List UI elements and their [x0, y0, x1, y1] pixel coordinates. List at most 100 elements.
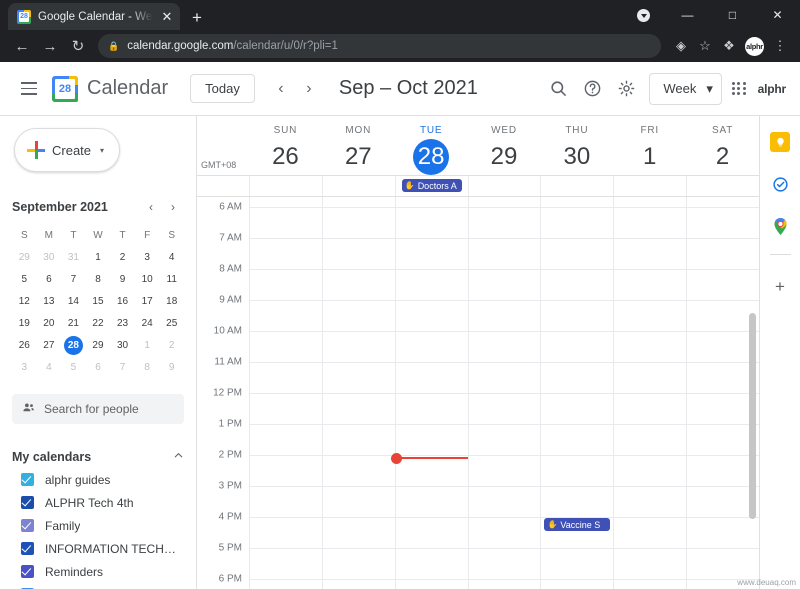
today-button[interactable]: Today [190, 74, 255, 103]
help-icon[interactable] [575, 72, 609, 106]
mini-calendar-next-button[interactable]: › [162, 196, 184, 218]
mini-calendar-day[interactable]: 3 [135, 246, 160, 268]
google-keep-icon[interactable] [770, 132, 790, 152]
extensions-puzzle-icon[interactable]: ❖ [717, 34, 741, 58]
cast-indicator-icon[interactable] [637, 9, 650, 22]
mini-calendar-selected-day[interactable]: 28 [63, 335, 83, 355]
previous-period-button[interactable]: ‹ [267, 75, 295, 103]
day-column-wed[interactable] [467, 197, 541, 589]
mini-calendar-day[interactable]: 28 [61, 334, 86, 356]
calendar-checkbox[interactable] [21, 565, 34, 578]
calendar-list-item[interactable]: alphr guides [0, 468, 196, 491]
mini-calendar-day[interactable]: 9 [110, 268, 135, 290]
mini-calendar-day[interactable]: 16 [110, 290, 135, 312]
mini-calendar-day[interactable]: 15 [86, 290, 111, 312]
day-number-label[interactable]: 2 [686, 139, 759, 175]
calendar-checkbox[interactable] [21, 542, 34, 555]
main-menu-icon[interactable] [10, 70, 48, 108]
day-header-sat[interactable]: SAT 2 [686, 116, 759, 175]
mini-calendar-day[interactable]: 30 [110, 334, 135, 356]
mini-calendar-day[interactable]: 23 [110, 312, 135, 334]
next-period-button[interactable]: › [295, 75, 323, 103]
all-day-event[interactable]: ✋ Doctors A [401, 179, 462, 192]
mini-calendar-day[interactable]: 24 [135, 312, 160, 334]
mini-calendar-day[interactable]: 20 [37, 312, 62, 334]
calendar-list-item[interactable]: INFORMATION TECH IV- C... [0, 537, 196, 560]
mini-calendar-day[interactable]: 7 [110, 356, 135, 378]
all-day-cell-0[interactable] [249, 176, 322, 196]
mini-calendar-day[interactable]: 7 [61, 268, 86, 290]
back-button[interactable]: ← [8, 32, 36, 60]
day-number-label[interactable]: 29 [468, 139, 541, 175]
new-tab-button[interactable]: + [192, 9, 202, 26]
all-day-cell-1[interactable] [321, 176, 395, 196]
mini-calendar-day[interactable]: 9 [159, 356, 184, 378]
mini-calendar-day[interactable]: 8 [86, 268, 111, 290]
mini-calendar-day[interactable]: 27 [37, 334, 62, 356]
vertical-scrollbar[interactable] [749, 313, 756, 519]
create-button[interactable]: Create ▾ [14, 128, 120, 172]
day-header-fri[interactable]: FRI 1 [613, 116, 686, 175]
day-header-mon[interactable]: MON 27 [322, 116, 395, 175]
browser-tab[interactable]: Google Calendar - Week of Septe ✕ [8, 3, 180, 30]
mini-calendar-day[interactable]: 21 [61, 312, 86, 334]
mini-calendar-day[interactable]: 29 [12, 246, 37, 268]
mini-calendar-day[interactable]: 6 [37, 268, 62, 290]
browser-menu-icon[interactable]: ⋮ [768, 34, 792, 58]
mini-calendar-day[interactable]: 1 [135, 334, 160, 356]
day-column-tue[interactable] [390, 197, 468, 589]
all-day-cell-6[interactable] [686, 176, 759, 196]
chevron-up-icon[interactable] [173, 450, 184, 464]
search-icon[interactable] [541, 72, 575, 106]
mini-calendar-day[interactable]: 30 [37, 246, 62, 268]
day-number-label[interactable]: 28 [413, 139, 450, 175]
reload-button[interactable]: ↻ [64, 32, 92, 60]
mini-calendar-day[interactable]: 5 [61, 356, 86, 378]
day-number-label[interactable]: 27 [322, 139, 395, 175]
all-day-cell-5[interactable] [613, 176, 686, 196]
mini-calendar-prev-button[interactable]: ‹ [140, 196, 162, 218]
all-day-cell-3[interactable] [467, 176, 541, 196]
address-bar[interactable]: 🔒 calendar.google.com/calendar/u/0/r?pli… [98, 34, 661, 58]
mini-calendar-day[interactable]: 26 [12, 334, 37, 356]
minimize-button[interactable]: — [665, 0, 710, 30]
mini-calendar-day[interactable]: 8 [135, 356, 160, 378]
mini-calendar-day[interactable]: 22 [86, 312, 111, 334]
calendar-list-item[interactable]: ALPHR Tech 4th [0, 491, 196, 514]
day-header-tue[interactable]: TUE 28 [395, 116, 468, 175]
mini-calendar-day[interactable]: 11 [159, 268, 184, 290]
gear-icon[interactable] [609, 72, 643, 106]
mini-calendar-day[interactable]: 14 [61, 290, 86, 312]
mini-calendar-day[interactable]: 31 [61, 246, 86, 268]
close-tab-icon[interactable]: ✕ [160, 10, 174, 23]
mini-calendar-day[interactable]: 2 [110, 246, 135, 268]
mini-calendar-day[interactable]: 19 [12, 312, 37, 334]
site-info-icon[interactable]: ◈ [669, 34, 693, 58]
mini-calendar-day[interactable]: 6 [86, 356, 111, 378]
day-number-label[interactable]: 30 [540, 139, 613, 175]
search-people-input[interactable]: Search for people [12, 394, 184, 424]
day-header-wed[interactable]: WED 29 [468, 116, 541, 175]
view-mode-select[interactable]: Week ▾ [649, 72, 722, 105]
mini-calendar-day[interactable]: 25 [159, 312, 184, 334]
day-column-fri[interactable] [613, 197, 687, 589]
time-grid-scroll-area[interactable]: 6 AM 7 AM 8 AM 9 AM 10 AM 11 AM 12 PM 1 PM 2 PM 3… [197, 196, 759, 589]
my-calendars-header[interactable]: My calendars [12, 446, 184, 468]
calendar-list-item[interactable]: Reminders [0, 560, 196, 583]
mini-calendar-day[interactable]: 4 [159, 246, 184, 268]
calendar-checkbox[interactable] [21, 473, 34, 486]
day-column-mon[interactable] [321, 197, 395, 589]
all-day-cell-2[interactable]: ✋ Doctors A [394, 176, 468, 196]
google-maps-icon[interactable] [770, 216, 790, 236]
calendar-event[interactable]: ✋ Vaccine S [544, 518, 611, 531]
mini-calendar-day[interactable]: 4 [37, 356, 62, 378]
mini-calendar-day[interactable]: 29 [86, 334, 111, 356]
profile-avatar[interactable]: alphr [745, 36, 764, 56]
day-number-label[interactable]: 26 [249, 139, 322, 175]
bookmark-star-icon[interactable]: ☆ [693, 34, 717, 58]
day-header-sun[interactable]: SUN 26 [249, 116, 322, 175]
mini-calendar-day[interactable]: 18 [159, 290, 184, 312]
day-header-thu[interactable]: THU 30 [540, 116, 613, 175]
mini-calendar-day[interactable]: 3 [12, 356, 37, 378]
mini-calendar-day[interactable]: 1 [86, 246, 111, 268]
